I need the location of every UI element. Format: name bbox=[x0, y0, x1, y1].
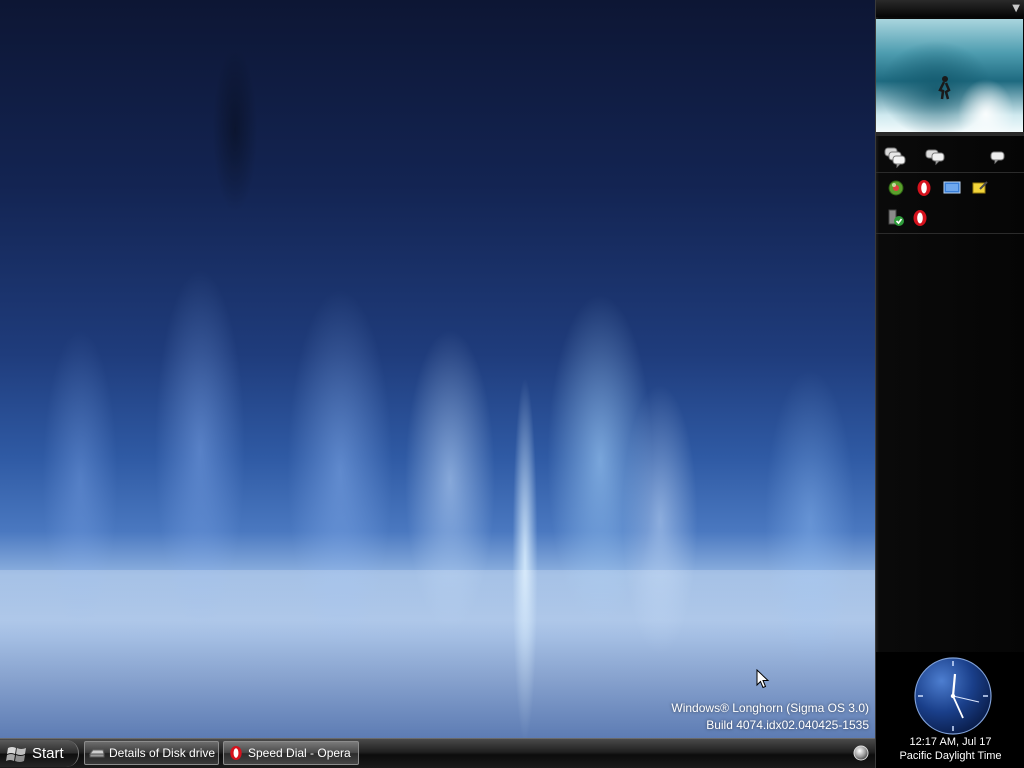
sidebar-divider bbox=[876, 233, 1024, 234]
green-globe-icon[interactable] bbox=[882, 174, 910, 202]
start-label: Start bbox=[32, 745, 64, 762]
opera-icon bbox=[228, 745, 244, 761]
clock-timezone: Pacific Daylight Time bbox=[899, 750, 1002, 762]
chat-bubble-icon[interactable] bbox=[922, 143, 950, 171]
messenger-gadget-row bbox=[876, 142, 1024, 172]
sidebar-header: ▼ bbox=[876, 0, 1024, 17]
launcher-row-1 bbox=[876, 173, 1024, 203]
opera-icon[interactable] bbox=[906, 204, 934, 232]
chevron-down-icon[interactable]: ▼ bbox=[1012, 3, 1020, 14]
disk-drive-icon bbox=[89, 745, 105, 761]
watermark-line-1: Windows® Longhorn (Sigma OS 3.0) bbox=[671, 701, 869, 715]
mouse-cursor-icon bbox=[756, 669, 770, 689]
surfer-figure bbox=[938, 76, 951, 100]
analog-clock-icon bbox=[914, 657, 992, 735]
sticky-note-icon[interactable] bbox=[966, 174, 994, 202]
slideshow-gadget[interactable] bbox=[876, 19, 1023, 132]
chat-bubbles-icon[interactable] bbox=[882, 143, 910, 171]
taskbar-button-disk-drive[interactable]: Details of Disk drive bbox=[84, 741, 219, 765]
taskbar-button-opera[interactable]: Speed Dial - Opera bbox=[223, 741, 359, 765]
taskbar: Start Details of Disk drive Speed Dial -… bbox=[0, 738, 875, 768]
taskbar-button-label: Details of Disk drive bbox=[109, 746, 216, 760]
watermark-line-2: Build 4074.idx02.040425-1535 bbox=[706, 718, 869, 732]
clock-time-date: 12:17 AM, Jul 17 bbox=[909, 736, 992, 748]
start-button[interactable]: Start bbox=[0, 740, 79, 767]
windows-sidebar: ▼ 12:17 AM, Jul 17 Pacific Daylight Time bbox=[875, 0, 1024, 768]
build-watermark: Windows® Longhorn (Sigma OS 3.0) Build 4… bbox=[671, 700, 869, 734]
desktop-wallpaper[interactable]: Windows® Longhorn (Sigma OS 3.0) Build 4… bbox=[0, 0, 875, 738]
notification-orb-icon[interactable] bbox=[853, 745, 869, 761]
chat-small-icon[interactable] bbox=[984, 143, 1012, 171]
clock-gadget[interactable]: 12:17 AM, Jul 17 Pacific Daylight Time bbox=[876, 652, 1024, 768]
launcher-row-2 bbox=[876, 203, 1024, 233]
opera-icon[interactable] bbox=[910, 174, 938, 202]
monitor-icon[interactable] bbox=[938, 174, 966, 202]
windows-flag-icon bbox=[6, 746, 26, 762]
taskbar-button-label: Speed Dial - Opera bbox=[248, 746, 351, 760]
